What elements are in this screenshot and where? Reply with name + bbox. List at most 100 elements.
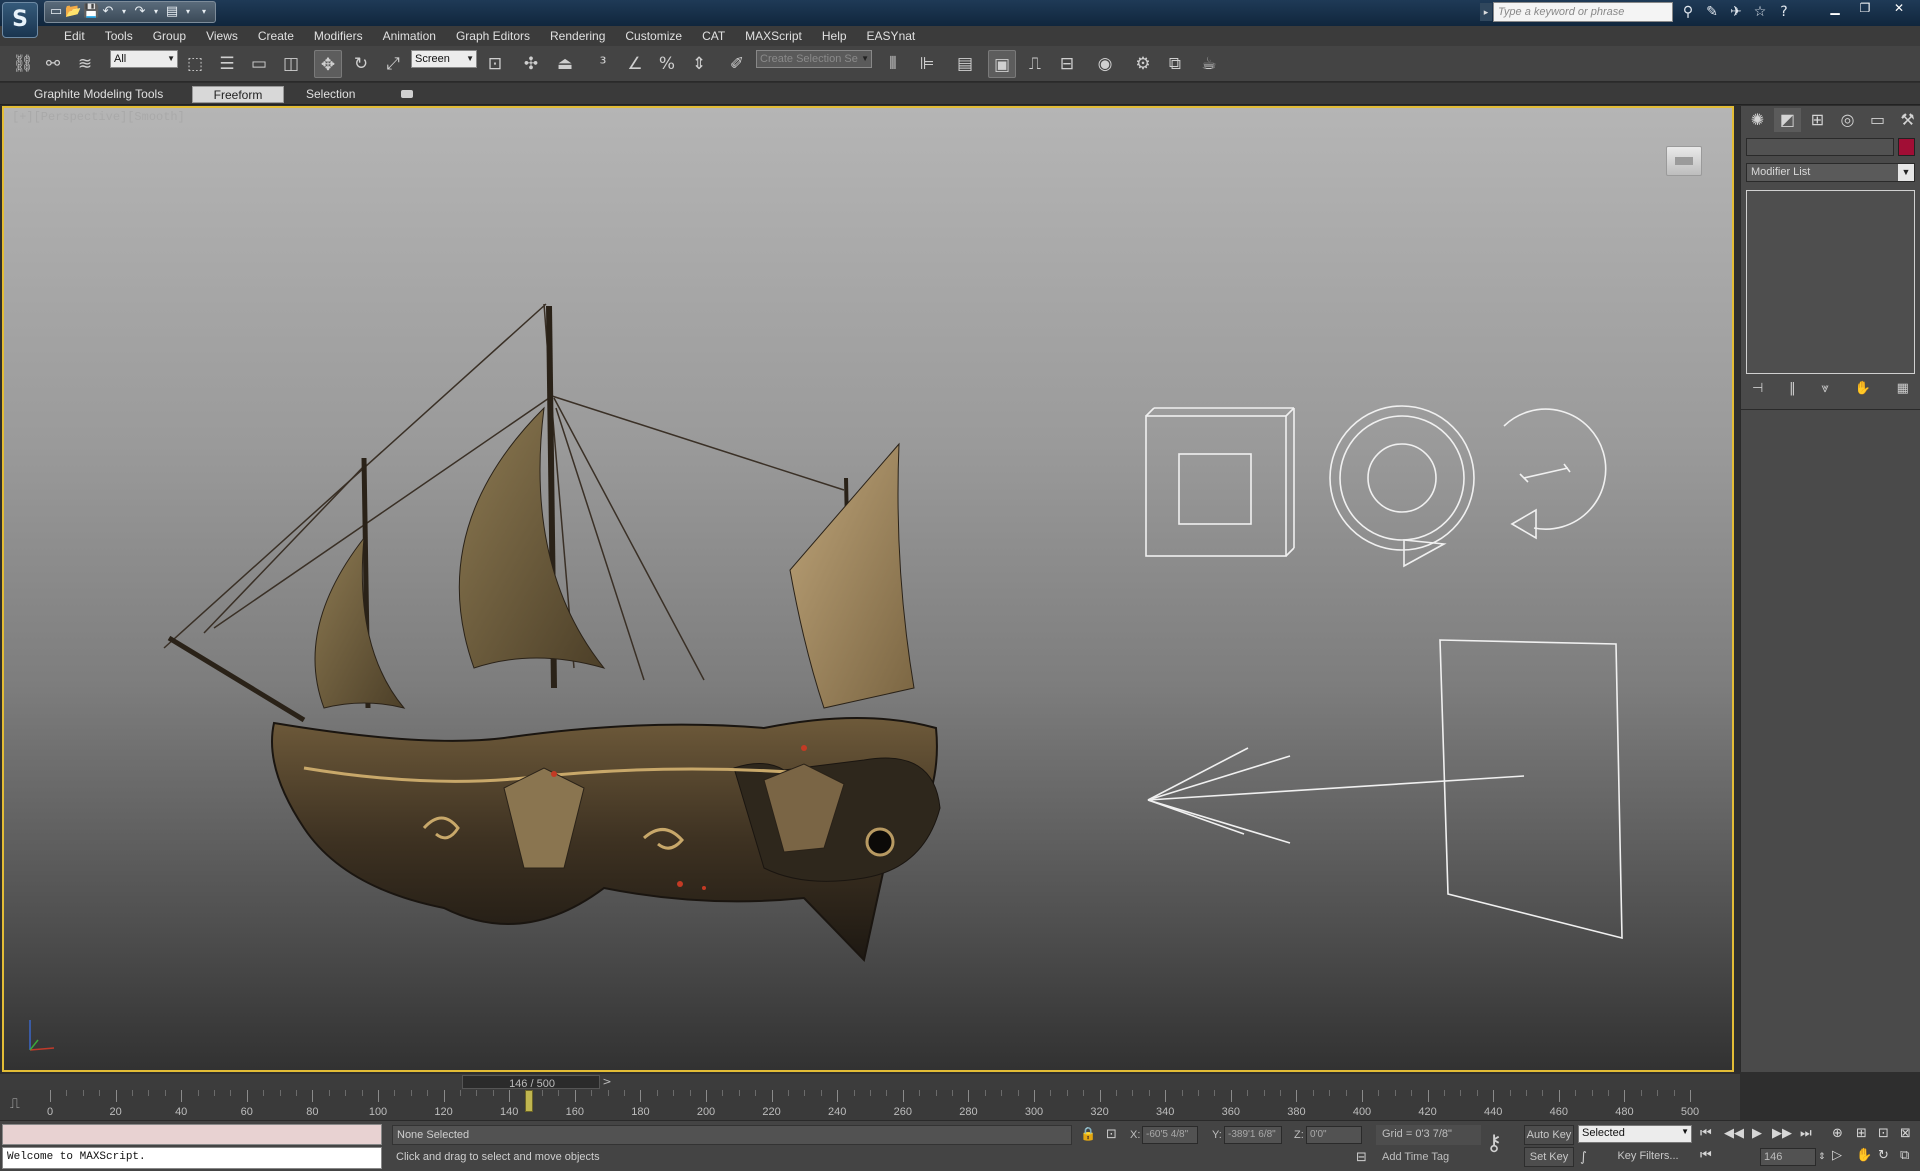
dropdown-arrow-icon[interactable]: ▾ <box>149 4 163 20</box>
menu-edit[interactable]: Edit <box>54 26 95 46</box>
add-time-tag-button[interactable]: Add Time Tag <box>1376 1148 1455 1166</box>
box-gizmo[interactable] <box>1145 407 1295 557</box>
angle-snap-icon[interactable]: ∠ <box>622 50 648 78</box>
reference-coordinate-dropdown[interactable]: Screen <box>411 50 477 68</box>
select-object-icon[interactable]: ⬚ <box>182 50 208 78</box>
selection-filter-dropdown[interactable]: All <box>110 50 178 68</box>
mirror-icon[interactable]: ⫴ <box>880 50 906 78</box>
go-to-end-icon[interactable]: ⏭ <box>1800 1125 1812 1143</box>
perspective-viewport[interactable]: [+][Perspective][Smooth] <box>2 106 1734 1072</box>
zoom-extents-icon[interactable]: ⊡ <box>1878 1125 1889 1143</box>
minimize-icon[interactable]: ▁ <box>1820 0 1850 18</box>
z-coord-field[interactable]: 0'0" <box>1306 1126 1362 1144</box>
pivot-center-icon[interactable]: ⊡ <box>482 50 508 78</box>
select-and-move-icon[interactable]: ✥ <box>314 50 342 78</box>
menu-customize[interactable]: Customize <box>615 26 692 46</box>
modifier-list-dropdown[interactable]: Modifier List <box>1746 163 1915 182</box>
save-icon[interactable]: 💾 <box>83 4 99 20</box>
curve-editor-mini-icon[interactable]: ⎍ <box>10 1096 32 1114</box>
utilities-panel-icon[interactable]: ⚒ <box>1894 108 1920 132</box>
named-selection-dropdown[interactable]: Create Selection Se <box>756 50 872 68</box>
select-by-name-icon[interactable]: ☰ <box>214 50 240 78</box>
graphite-ribbon-toggle-icon[interactable]: ▣ <box>988 50 1016 78</box>
close-icon[interactable]: ✕ <box>1880 0 1918 18</box>
time-slider-thumb[interactable]: 146 / 500 <box>462 1075 600 1090</box>
help-icon[interactable]: ? <box>1774 2 1794 22</box>
ribbon-tab-selection[interactable]: Selection <box>298 86 363 103</box>
dropdown-arrow-icon[interactable]: ▾ <box>117 4 131 20</box>
menu-animation[interactable]: Animation <box>373 26 446 46</box>
search-expand-icon[interactable]: ▸ <box>1480 3 1492 21</box>
modify-panel-icon[interactable]: ◩ <box>1774 108 1801 132</box>
search-input[interactable]: Type a keyword or phrase <box>1493 2 1673 22</box>
menu-easynat[interactable]: EASYnat <box>857 26 926 46</box>
field-of-view-icon[interactable]: ▷ <box>1832 1147 1842 1165</box>
set-key-button[interactable]: Set Key <box>1524 1147 1574 1167</box>
frame-spinner-icon[interactable]: ⇕ <box>1818 1148 1826 1166</box>
maxscript-mini-listener-input[interactable] <box>2 1124 382 1145</box>
snaps-toggle-icon[interactable]: ³ <box>590 50 616 78</box>
ring-gizmo[interactable] <box>1329 405 1475 568</box>
ribbon-tab-graphite-modeling-tools[interactable]: Graphite Modeling Tools <box>26 86 171 103</box>
menu-help[interactable]: Help <box>812 26 857 46</box>
absolute-mode-transform-icon[interactable]: ⊡ <box>1106 1125 1117 1145</box>
restore-icon[interactable]: ❐ <box>1850 0 1880 18</box>
align-icon[interactable]: ⊫ <box>914 50 940 78</box>
pirate-ship-model[interactable] <box>163 303 941 963</box>
key-mode-toggle-icon[interactable]: ⏮ <box>1700 1147 1712 1165</box>
current-frame-marker[interactable] <box>524 1090 533 1112</box>
menu-maxscript[interactable]: MAXScript <box>735 26 812 46</box>
menu-tools[interactable]: Tools <box>95 26 143 46</box>
window-crossing-icon[interactable]: ◫ <box>278 50 304 78</box>
customize-dropdown-icon[interactable]: ▾ <box>197 4 211 20</box>
select-and-scale-icon[interactable]: ⤢ <box>380 50 406 78</box>
app-logo-button[interactable]: S <box>2 2 38 38</box>
select-and-manipulate-icon[interactable]: ✣ <box>518 50 544 78</box>
subscription-icon[interactable]: ✎ <box>1702 2 1722 22</box>
favorites-star-icon[interactable]: ☆ <box>1750 2 1770 22</box>
dropdown-arrow-icon[interactable]: ▾ <box>181 4 195 20</box>
percent-snap-icon[interactable]: % <box>654 50 680 78</box>
display-panel-icon[interactable]: ▭ <box>1864 108 1891 132</box>
menu-create[interactable]: Create <box>248 26 304 46</box>
track-bar-ruler[interactable]: 0 20 40 60 80 100 120 140 160 180 200 220 240 260 280 3… <box>47 1090 1699 1120</box>
open-icon[interactable]: 📂 <box>65 4 81 20</box>
time-tag-icon[interactable]: ⊟ <box>1356 1148 1367 1168</box>
edit-named-selection-icon[interactable]: ✐ <box>724 50 750 78</box>
layer-manager-icon[interactable]: ▤ <box>952 50 978 78</box>
current-frame-field[interactable]: 146 <box>1760 1148 1816 1166</box>
auto-key-button[interactable]: Auto Key <box>1524 1125 1574 1145</box>
plane-gizmo[interactable] <box>1439 639 1623 940</box>
object-color-swatch[interactable] <box>1898 138 1915 156</box>
menu-graph-editors[interactable]: Graph Editors <box>446 26 540 46</box>
make-unique-icon[interactable]: ⩔ <box>1821 378 1828 400</box>
unlink-selection-icon[interactable]: ⚯ <box>40 50 66 78</box>
direction-arrow-gizmo[interactable] <box>1147 747 1525 844</box>
menu-group[interactable]: Group <box>143 26 196 46</box>
render-setup-icon[interactable]: ⚙ <box>1130 50 1156 78</box>
project-folder-icon[interactable]: ▤ <box>165 4 179 20</box>
configure-modifier-sets-icon[interactable]: ▦ <box>1897 378 1909 400</box>
communication-center-icon[interactable]: ✈ <box>1726 2 1746 22</box>
hierarchy-panel-icon[interactable]: ⊞ <box>1804 108 1831 132</box>
keyboard-shortcut-toggle-icon[interactable]: ⏏ <box>552 50 578 78</box>
x-coord-field[interactable]: -60'5 4/8" <box>1142 1126 1198 1144</box>
track-bar[interactable]: ⎍ 0 20 40 60 80 100 120 140 160 180 200 220 240 260 28… <box>0 1090 1740 1120</box>
schematic-view-icon[interactable]: ⊟ <box>1054 50 1080 78</box>
motion-panel-icon[interactable]: ◎ <box>1834 108 1861 132</box>
key-filters-button[interactable]: Key Filters... <box>1604 1147 1692 1167</box>
next-frame-icon[interactable]: ▶▶ <box>1772 1125 1792 1143</box>
go-to-start-icon[interactable]: ⏮ <box>1700 1125 1712 1143</box>
render-production-icon[interactable]: ☕ <box>1196 50 1222 78</box>
default-in-out-tangent-icon[interactable]: ∫ <box>1580 1148 1587 1168</box>
rotate-arrow-gizmo[interactable] <box>1503 408 1607 540</box>
orbit-icon[interactable]: ↻ <box>1878 1147 1889 1165</box>
ribbon-tab-freeform[interactable]: Freeform <box>192 86 284 103</box>
menu-views[interactable]: Views <box>196 26 248 46</box>
rendered-frame-window-icon[interactable]: ⧉ <box>1162 50 1188 78</box>
previous-frame-icon[interactable]: ◀◀ <box>1724 1125 1744 1143</box>
menu-modifiers[interactable]: Modifiers <box>304 26 373 46</box>
material-editor-icon[interactable]: ◉ <box>1092 50 1118 78</box>
key-icon[interactable]: ⚷ <box>1486 1131 1502 1156</box>
rectangular-selection-icon[interactable]: ▭ <box>246 50 272 78</box>
